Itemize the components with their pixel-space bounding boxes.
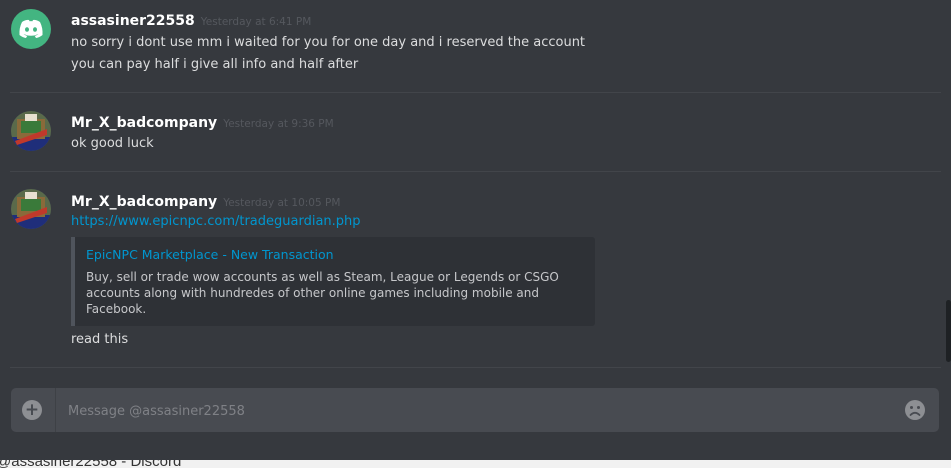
window-title: @assasiner22558 - Discord: [0, 460, 181, 468]
message-header: Mr_X_badcompany Yesterday at 10:05 PM: [71, 191, 340, 210]
message-link-line: https://www.epicnpc.com/tradeguardian.ph…: [71, 214, 361, 229]
timestamp: Yesterday at 9:36 PM: [223, 118, 334, 130]
message-text: you can pay half i give all info and hal…: [71, 57, 359, 72]
message-link[interactable]: https://www.epicnpc.com/tradeguardian.ph…: [71, 214, 361, 229]
message-group: Mr_X_badcompany Yesterday at 9:36 PM ok g…: [0, 93, 951, 171]
message-header: assasiner22558 Yesterday at 6:41 PM: [71, 10, 311, 29]
window-title-bar: @assasiner22558 - Discord: [0, 460, 951, 468]
message-input[interactable]: [66, 388, 890, 434]
user-avatar-image: [11, 189, 51, 229]
username[interactable]: Mr_X_badcompany: [71, 115, 217, 131]
embed-title[interactable]: EpicNPC Marketplace - New Transaction: [86, 247, 334, 262]
username[interactable]: assasiner22558: [71, 13, 195, 29]
message-composer: +: [11, 388, 939, 434]
embed-description-line: Buy, sell or trade wow accounts as well …: [86, 270, 559, 284]
timestamp: Yesterday at 10:05 PM: [223, 197, 341, 209]
avatar[interactable]: [11, 9, 51, 49]
sad-face-icon[interactable]: [904, 399, 926, 421]
message-group: assasiner22558 Yesterday at 6:41 PM no so…: [0, 0, 951, 92]
message-text: ok good luck: [71, 136, 154, 151]
message-group: Mr_X_badcompany Yesterday at 10:05 PM htt…: [0, 172, 951, 368]
user-avatar-image: [11, 111, 51, 151]
message-text: no sorry i dont use mm i waited for you …: [71, 35, 586, 50]
message-header: Mr_X_badcompany Yesterday at 9:36 PM: [71, 112, 334, 131]
composer-separator: [55, 388, 56, 432]
scrollbar-thumb[interactable]: [946, 300, 951, 362]
message-list: assasiner22558 Yesterday at 6:41 PM no so…: [0, 0, 951, 388]
username[interactable]: Mr_X_badcompany: [71, 194, 217, 210]
avatar[interactable]: [11, 111, 51, 151]
embed-description-line: accounts along with hundredes of other o…: [86, 286, 540, 300]
plus-circle-icon[interactable]: +: [22, 400, 42, 420]
message-divider: [10, 367, 941, 368]
message-text: read this: [71, 332, 129, 347]
link-embed: EpicNPC Marketplace - New Transaction Bu…: [71, 237, 595, 326]
avatar[interactable]: [11, 189, 51, 229]
embed-description-line: Facebook.: [86, 302, 147, 316]
discord-logo-icon: [19, 19, 43, 38]
timestamp: Yesterday at 6:41 PM: [200, 16, 312, 28]
